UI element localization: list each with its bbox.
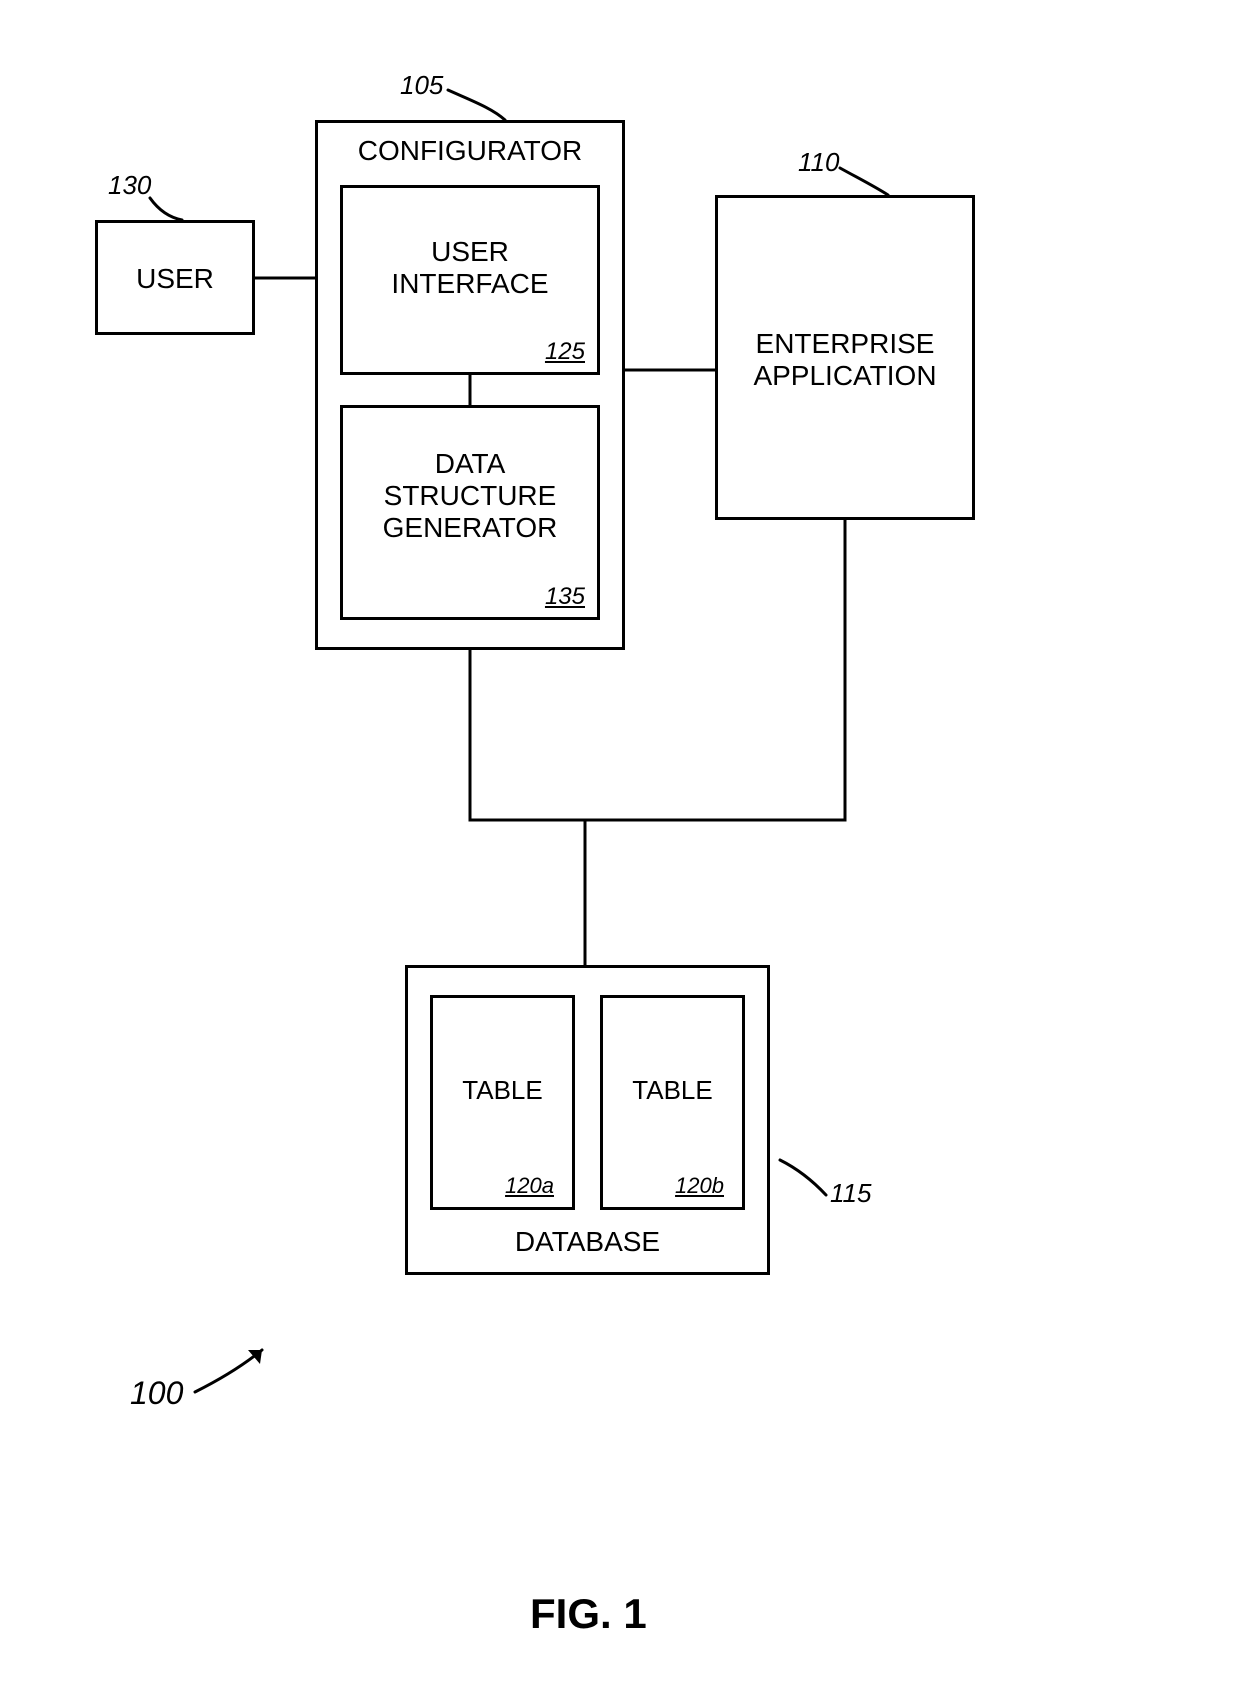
label-user: USER <box>98 263 252 295</box>
refnum-enterprise: 110 <box>798 147 839 178</box>
figure-caption: FIG. 1 <box>530 1590 647 1638</box>
label-database: DATABASE <box>408 1226 767 1258</box>
ref-user-interface: 125 <box>545 338 585 366</box>
label-table-a: TABLE <box>433 1076 572 1106</box>
box-table-b: TABLE 120b <box>600 995 745 1210</box>
diagram-canvas: USER CONFIGURATOR USER INTERFACE 125 DAT… <box>0 0 1240 1708</box>
label-table-b: TABLE <box>603 1076 742 1106</box>
label-enterprise-app: ENTERPRISE APPLICATION <box>718 328 972 392</box>
ref-table-a: 120a <box>505 1173 554 1199</box>
refnum-database: 115 <box>830 1178 871 1209</box>
box-table-a: TABLE 120a <box>430 995 575 1210</box>
refnum-configurator: 105 <box>400 70 443 101</box>
ref-data-structure-generator: 135 <box>545 583 585 611</box>
box-data-structure-generator: DATA STRUCTURE GENERATOR 135 <box>340 405 600 620</box>
label-user-interface: USER INTERFACE <box>343 236 597 300</box>
box-enterprise-app: ENTERPRISE APPLICATION <box>715 195 975 520</box>
label-configurator: CONFIGURATOR <box>318 135 622 167</box>
refnum-user: 130 <box>108 170 151 201</box>
ref-table-b: 120b <box>675 1173 724 1199</box>
box-user-interface: USER INTERFACE 125 <box>340 185 600 375</box>
refnum-system: 100 <box>130 1375 183 1412</box>
label-data-structure-generator: DATA STRUCTURE GENERATOR <box>343 448 597 545</box>
box-user: USER <box>95 220 255 335</box>
